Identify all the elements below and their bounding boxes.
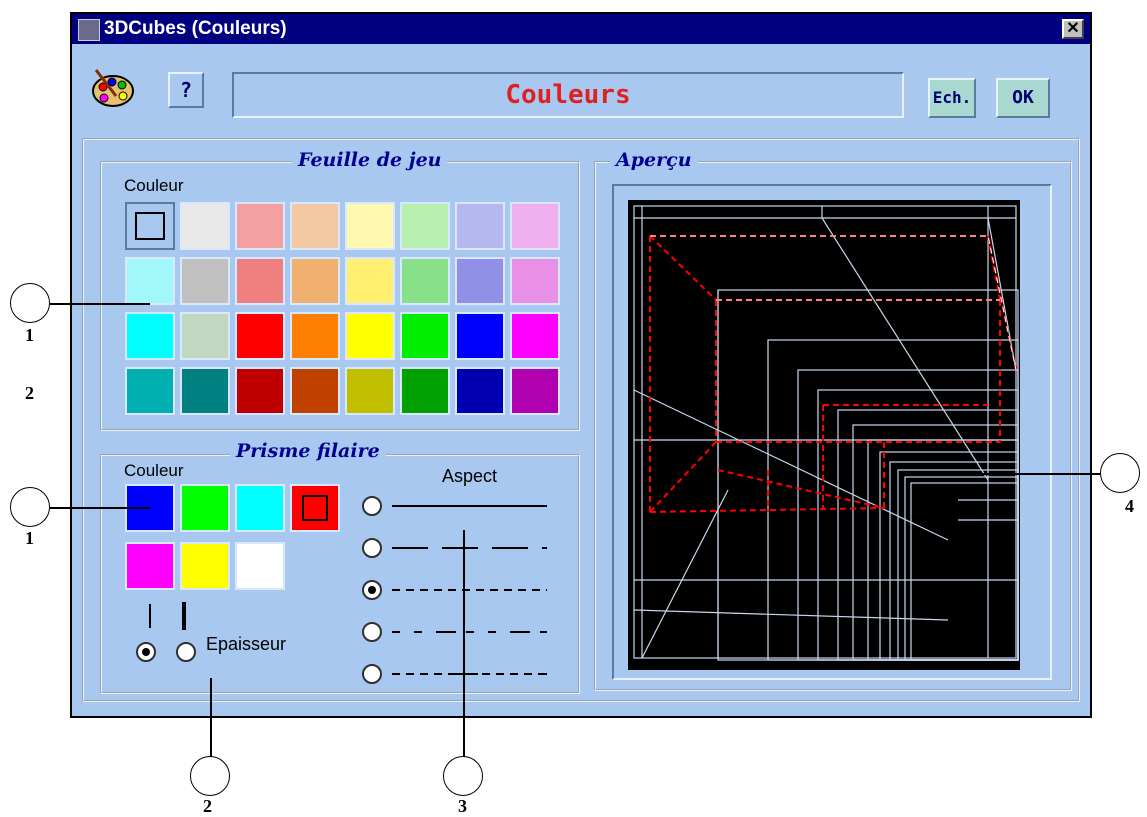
callout-1-bottom-number: 1 <box>25 528 34 548</box>
aspect-radio-dash-dot[interactable] <box>362 622 382 642</box>
callout-3-circle <box>443 756 483 796</box>
aspect-line-sample <box>392 547 547 549</box>
game-sheet-swatch[interactable] <box>400 257 450 305</box>
callout-1-bottom-circle <box>10 487 50 527</box>
aspect-option-list <box>362 484 562 684</box>
preview-legend: Aperçu <box>610 149 698 171</box>
thickness-label: Epaisseur <box>206 634 287 654</box>
app-icon <box>78 19 100 41</box>
callout-2-bottom-circle <box>190 756 230 796</box>
palette-icon <box>90 66 136 112</box>
game-sheet-swatch[interactable] <box>290 367 340 415</box>
game-sheet-swatch[interactable] <box>290 257 340 305</box>
game-sheet-swatch[interactable] <box>400 367 450 415</box>
callout-1-top-circle <box>10 283 50 323</box>
aspect-line-sample <box>392 673 547 675</box>
game-sheet-swatch[interactable] <box>455 312 505 360</box>
game-sheet-swatch[interactable] <box>345 367 395 415</box>
game-sheet-swatch[interactable] <box>235 257 285 305</box>
game-sheet-swatch[interactable] <box>180 202 230 250</box>
game-sheet-swatch[interactable] <box>235 202 285 250</box>
game-sheet-swatch[interactable] <box>510 257 560 305</box>
game-sheet-swatch[interactable] <box>345 257 395 305</box>
callout-2-bottom-line <box>210 678 212 758</box>
thickness-thin-radio[interactable] <box>136 642 156 662</box>
selected-swatch-marker <box>135 212 165 240</box>
exchange-button[interactable]: Ech. <box>928 78 976 118</box>
wire-prism-swatch[interactable] <box>180 542 230 590</box>
app-window: 3DCubes (Couleurs) ✕ ? Couleurs Ech. OK … <box>70 12 1092 718</box>
close-button[interactable]: ✕ <box>1062 19 1084 39</box>
game-sheet-swatch[interactable] <box>290 202 340 250</box>
help-button[interactable]: ? <box>168 72 204 108</box>
callout-1-top-number: 1 <box>25 325 34 345</box>
game-sheet-swatch[interactable] <box>455 202 505 250</box>
game-sheet-swatch[interactable] <box>510 367 560 415</box>
heading-text: Couleurs <box>505 80 631 110</box>
aspect-radio-dashed[interactable] <box>362 580 382 600</box>
title-bar[interactable]: 3DCubes (Couleurs) ✕ <box>72 14 1090 44</box>
game-sheet-swatch[interactable] <box>400 202 450 250</box>
selected-swatch-marker <box>302 495 328 521</box>
game-sheet-swatch[interactable] <box>180 257 230 305</box>
aspect-line-sample <box>392 505 547 507</box>
preview-wireframe <box>633 205 1019 661</box>
thick-line-sample <box>182 602 186 630</box>
game-sheet-swatch[interactable] <box>125 312 175 360</box>
game-sheet-color-label: Couleur <box>124 176 184 195</box>
game-sheet-swatch[interactable] <box>510 202 560 250</box>
wire-prism-legend: Prisme filaire <box>230 440 386 462</box>
game-sheet-legend: Feuille de jeu <box>292 149 448 171</box>
aspect-radio-dash-long[interactable] <box>362 664 382 684</box>
callout-3-number: 3 <box>458 796 467 816</box>
callout-1-top-line <box>50 303 150 305</box>
callout-4-circle <box>1100 453 1140 493</box>
game-sheet-swatch[interactable] <box>235 367 285 415</box>
game-sheet-swatch[interactable] <box>180 367 230 415</box>
wire-prism-swatch[interactable] <box>290 484 340 532</box>
aspect-radio-long-dash[interactable] <box>362 538 382 558</box>
wire-prism-swatch[interactable] <box>235 484 285 532</box>
window-title: 3DCubes (Couleurs) <box>104 18 287 39</box>
game-sheet-swatch[interactable] <box>125 202 175 250</box>
aspect-radio-solid[interactable] <box>362 496 382 516</box>
wire-prism-swatch[interactable] <box>235 542 285 590</box>
wire-prism-swatch[interactable] <box>125 542 175 590</box>
game-sheet-swatch[interactable] <box>290 312 340 360</box>
game-sheet-swatch[interactable] <box>125 257 175 305</box>
wire-prism-color-label: Couleur <box>124 461 184 480</box>
game-sheet-swatch[interactable] <box>125 367 175 415</box>
game-sheet-swatch[interactable] <box>400 312 450 360</box>
callout-4-line <box>983 473 1100 475</box>
game-sheet-swatch[interactable] <box>345 202 395 250</box>
wire-prism-swatch[interactable] <box>180 484 230 532</box>
thin-line-sample <box>149 604 151 628</box>
preview-canvas <box>628 200 1020 670</box>
ok-button[interactable]: OK <box>996 78 1050 118</box>
game-sheet-swatch[interactable] <box>455 257 505 305</box>
callout-1-bottom-line <box>50 507 150 509</box>
callout-3-line <box>463 530 465 758</box>
game-sheet-swatch[interactable] <box>455 367 505 415</box>
game-sheet-swatch[interactable] <box>345 312 395 360</box>
callout-4-number: 4 <box>1125 496 1134 516</box>
game-sheet-swatch[interactable] <box>510 312 560 360</box>
aspect-line-sample <box>392 589 547 591</box>
heading-panel: Couleurs <box>232 72 904 118</box>
game-sheet-swatch[interactable] <box>235 312 285 360</box>
game-sheet-swatch-grid <box>125 202 565 420</box>
thickness-thick-radio[interactable] <box>176 642 196 662</box>
callout-2-bottom-number: 2 <box>203 796 212 816</box>
game-sheet-swatch[interactable] <box>180 312 230 360</box>
aspect-line-sample <box>392 631 547 633</box>
wire-prism-swatch-grid <box>125 484 345 596</box>
callout-2-left-number: 2 <box>25 383 34 403</box>
